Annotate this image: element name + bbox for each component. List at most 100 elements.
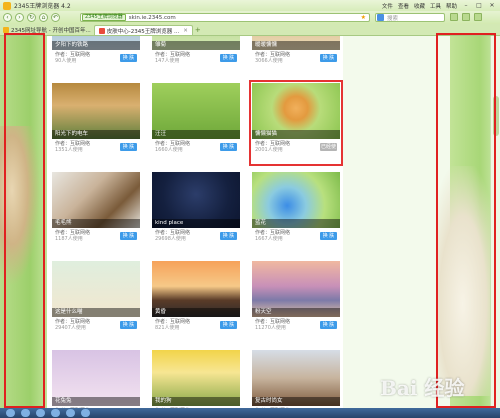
menu-icon[interactable]: [474, 13, 482, 21]
skin-card[interactable]: 黄昏作者：互联网络 821人使用 换 肤: [152, 261, 240, 341]
skin-usage-count: 29407人使用: [55, 325, 86, 331]
skin-thumbnail[interactable]: 粉天空: [252, 261, 340, 317]
skin-card[interactable]: 蓝花 作者：互联网络 1667人使用 换 肤: [252, 172, 340, 252]
apply-skin-button[interactable]: 换 肤: [120, 54, 137, 62]
address-bar[interactable]: 2345王牌浏览器 skin.ie.2345.com ★: [80, 13, 370, 22]
skin-card[interactable]: 阳光下的电车 作者：互联网络 1351人使用 换 肤: [52, 83, 140, 163]
skin-thumbnail[interactable]: 蓝花: [252, 172, 340, 228]
search-box[interactable]: 搜索: [375, 13, 445, 22]
menu-tools[interactable]: 工具: [430, 2, 441, 10]
star-icon[interactable]: ★: [361, 14, 366, 21]
apply-skin-button[interactable]: 换 肤: [320, 232, 337, 240]
apply-skin-button[interactable]: 换 肤: [320, 321, 337, 329]
tab-label: 皮肤中心-2345王牌浏览器 ...: [106, 28, 180, 35]
minimize-icon[interactable]: –: [462, 2, 470, 9]
skin-card[interactable]: 复古时尚女作者：互联网络换 肤: [252, 350, 340, 408]
skin-thumbnail[interactable]: 慵懒猫猫: [252, 83, 340, 139]
apply-skin-button[interactable]: 已经使用: [320, 143, 337, 158]
skin-thumbnail[interactable]: 毛毛熊: [52, 172, 140, 228]
skin-thumbnail[interactable]: 这是什么喵: [52, 261, 140, 317]
forward-icon[interactable]: ›: [15, 13, 24, 22]
skin-name: 这是什么喵: [52, 308, 140, 317]
tab-close-icon[interactable]: ✕: [183, 28, 188, 34]
skin-card[interactable]: 毛毛熊 作者：互联网络 1187人使用 换 肤: [52, 172, 140, 252]
skin-meta: 作者：互联网络 821人使用 换 肤: [152, 317, 240, 331]
skin-thumbnail[interactable]: 汪汪: [152, 83, 240, 139]
apply-skin-button[interactable]: 换 肤: [120, 232, 137, 240]
skin-info: 作者：互联网络 821人使用: [155, 319, 190, 331]
highlight-box-left: [4, 33, 45, 408]
skin-name: kind place: [152, 219, 240, 228]
apply-skin-button[interactable]: 换 肤: [220, 143, 237, 151]
skin-name: 我的狗: [152, 397, 240, 406]
apply-skin-button[interactable]: 换 肤: [220, 321, 237, 329]
skin-card[interactable]: 这是什么喵作者：互联网络 29407人使用 换 肤: [52, 261, 140, 341]
skin-meta: 作者：互联网络 3066人使用 换 肤: [252, 50, 340, 64]
skin-card[interactable]: kind place 作者：互联网络 29698人使用 换 肤: [152, 172, 240, 252]
skin-card[interactable]: 花兔兔作者：互联网络换 肤: [52, 350, 140, 408]
taskbar-app-icon[interactable]: [66, 409, 75, 417]
taskbar-app-icon[interactable]: [81, 409, 90, 417]
apply-skin-button[interactable]: 换 肤: [220, 54, 237, 62]
skin-card[interactable]: 粉天空作者：互联网络 11270人使用 换 肤: [252, 261, 340, 341]
maximize-icon[interactable]: □: [475, 2, 483, 9]
skin-usage-count: 1351人使用: [55, 147, 83, 153]
skin-meta: 作者：互联网络 11270人使用 换 肤: [252, 317, 340, 331]
skin-info: 作者：互联网络 11270人使用: [255, 319, 290, 331]
apply-skin-button[interactable]: 换 肤: [120, 321, 137, 329]
taskbar-app-icon[interactable]: [51, 409, 60, 417]
menu-file[interactable]: 文件: [382, 2, 393, 10]
skin-thumbnail[interactable]: 花兔兔: [52, 350, 140, 406]
taskbar-app-icon[interactable]: [21, 409, 30, 417]
home-icon[interactable]: ⌂: [39, 13, 48, 22]
menu-bar: 文件 查看 收藏 工具 帮助 – □ ✕: [382, 2, 500, 10]
skin-thumbnail[interactable]: kind place: [152, 172, 240, 228]
browser-logo-icon: [3, 1, 11, 10]
skin-usage-count: 2001人使用: [255, 147, 283, 153]
skin-info: 作者：互联网络 29407人使用: [55, 319, 90, 331]
skin-name: 黄昏: [152, 308, 240, 317]
address-url[interactable]: skin.ie.2345.com: [129, 15, 176, 21]
menu-favorites[interactable]: 收藏: [414, 2, 425, 10]
start-icon[interactable]: [6, 409, 15, 417]
highlight-box-right: [436, 33, 496, 408]
menu-help[interactable]: 帮助: [446, 2, 457, 10]
new-tab-icon[interactable]: +: [195, 25, 201, 35]
skin-info: 作者：互联网络 29698人使用: [155, 230, 190, 242]
skin-meta: 作者：互联网络 1667人使用 换 肤: [252, 228, 340, 242]
tab-skin-center[interactable]: 皮肤中心-2345王牌浏览器 ... ✕: [93, 25, 193, 35]
skin-usage-count: 29698人使用: [155, 236, 186, 242]
skin-grid: 夕阳下的铁路 作者：互联网络 90人使用换 肤雏菊 作者：互联网络 147人使用换 肤暖…: [52, 36, 343, 408]
search-engine-icon[interactable]: [377, 14, 384, 21]
apply-skin-button[interactable]: 换 肤: [120, 143, 137, 151]
skin-card[interactable]: 汪汪 作者：互联网络 1660人使用 换 肤: [152, 83, 240, 163]
apply-skin-button[interactable]: 换 肤: [320, 54, 337, 62]
skin-card[interactable]: 我的狗作者：互联网络换 肤: [152, 350, 240, 408]
back-icon[interactable]: ‹: [3, 13, 12, 22]
download-icon[interactable]: [450, 13, 458, 21]
skin-card[interactable]: 慵懒猫猫作者：互联网络 2001人使用 已经使用: [249, 80, 343, 166]
skin-thumbnail[interactable]: 阳光下的电车: [52, 83, 140, 139]
skin-card[interactable]: 雏菊 作者：互联网络 147人使用 换 肤: [152, 36, 240, 74]
close-icon[interactable]: ✕: [488, 2, 496, 9]
taskbar-app-icon[interactable]: [36, 409, 45, 417]
undo-icon[interactable]: ↶: [51, 13, 60, 22]
skin-usage-count: 90人使用: [55, 58, 77, 64]
skin-thumbnail[interactable]: 黄昏: [152, 261, 240, 317]
refresh-icon[interactable]: ↻: [27, 13, 36, 22]
skin-name: 阳光下的电车: [52, 130, 140, 139]
search-input[interactable]: 搜索: [387, 14, 398, 22]
skin-thumbnail[interactable]: 雏菊: [152, 36, 240, 50]
skin-name: 慵懒猫猫: [252, 130, 340, 139]
skin-thumbnail[interactable]: 夕阳下的铁路: [52, 36, 140, 50]
skin-thumbnail[interactable]: 我的狗: [152, 350, 240, 406]
title-bar: 2345王牌浏览器 4.2 文件 查看 收藏 工具 帮助 – □ ✕: [0, 0, 500, 11]
apply-skin-button[interactable]: 换 肤: [220, 232, 237, 240]
skin-info: 作者：互联网络 2001人使用: [255, 141, 290, 153]
skin-card[interactable]: 夕阳下的铁路 作者：互联网络 90人使用 换 肤: [52, 36, 140, 74]
skin-thumbnail[interactable]: 复古时尚女: [252, 350, 340, 406]
tools-icon[interactable]: [462, 13, 470, 21]
menu-view[interactable]: 查看: [398, 2, 409, 10]
skin-thumbnail[interactable]: 暖暖慵慵: [252, 36, 340, 50]
skin-card[interactable]: 暖暖慵慵 作者：互联网络 3066人使用 换 肤: [252, 36, 340, 74]
